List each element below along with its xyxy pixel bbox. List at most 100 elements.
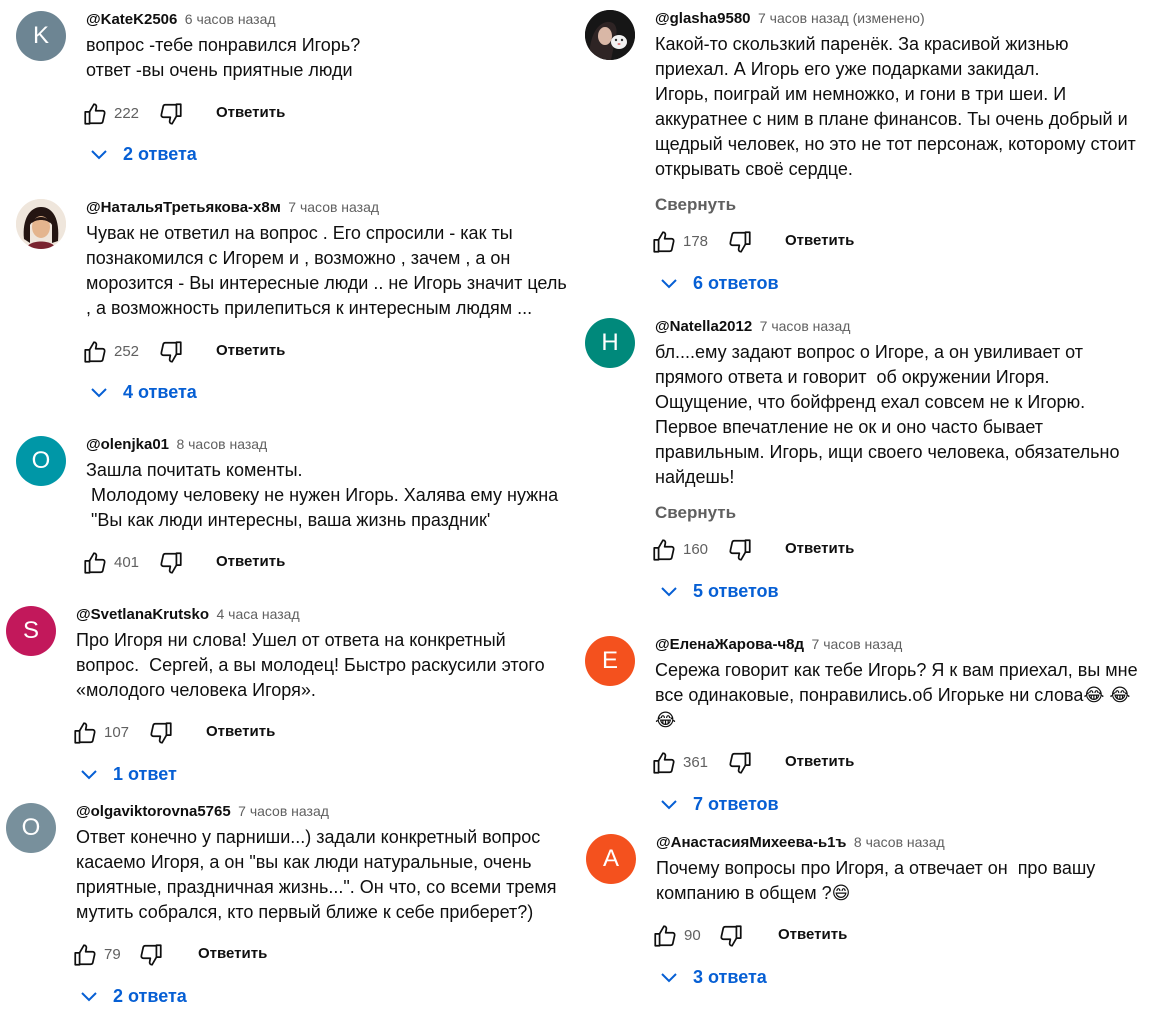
comment-time[interactable]: 7 часов назад (изменено): [758, 10, 925, 26]
chevron-down-icon: [91, 388, 107, 398]
avatar[interactable]: K: [16, 11, 66, 61]
replies-label: 7 ответов: [693, 794, 779, 814]
dislike-icon[interactable]: [148, 720, 174, 746]
like-icon[interactable]: [651, 537, 677, 563]
comment-text: бл....ему задают вопрос о Игоре, а он ув…: [655, 340, 1120, 490]
comment-line: правильным. Игорь, ищи своего человека, …: [655, 442, 1120, 462]
avatar[interactable]: Н: [585, 318, 635, 368]
like-icon[interactable]: [82, 101, 108, 127]
collapse-button[interactable]: Свернуть: [655, 503, 736, 523]
comment-text: Какой-то скользкий паренёк. За красивой …: [655, 32, 1136, 182]
comment-line: Зашла почитать коменты.: [86, 460, 303, 480]
comment-line: компанию в общем ?😄: [656, 883, 851, 903]
dislike-icon[interactable]: [158, 550, 184, 576]
comment-line: приехал. А Игорь его уже подарками закид…: [655, 59, 1040, 79]
dislike-icon[interactable]: [727, 537, 753, 563]
comment-text: Ответ конечно у парниши...) задали конкр…: [76, 825, 557, 925]
like-count: 160: [683, 541, 709, 558]
collapse-button[interactable]: Свернуть: [655, 195, 736, 215]
comment-line: Про Игоря ни слова! Ушел от ответа на ко…: [76, 630, 506, 650]
comment-author[interactable]: @olgaviktorovna5765: [76, 803, 231, 820]
comment-line: Чувак не ответил на вопрос . Его спросил…: [86, 223, 513, 243]
comment-time[interactable]: 7 часов назад: [288, 199, 379, 215]
chevron-down-icon: [661, 587, 677, 597]
reply-button[interactable]: Ответить: [785, 753, 854, 770]
comment-line: Какой-то скользкий паренёк. За красивой …: [655, 34, 1069, 54]
comment-line: ответ -вы очень приятные люди: [86, 60, 353, 80]
reply-button[interactable]: Ответить: [216, 342, 285, 359]
avatar[interactable]: O: [6, 803, 56, 853]
like-count: 90: [684, 927, 701, 944]
dislike-icon[interactable]: [158, 339, 184, 365]
comment-line: Первое впечатление не ок и оно часто быв…: [655, 417, 1044, 437]
reply-button[interactable]: Ответить: [785, 232, 854, 249]
dislike-icon[interactable]: [727, 750, 753, 776]
replies-label: 1 ответ: [113, 764, 177, 784]
comment-author[interactable]: @ЕленаЖарова-ч8д: [655, 636, 804, 653]
comment-author[interactable]: @SvetlanaKrutsko: [76, 606, 209, 623]
comment-line: Сережа говорит как тебе Игорь? Я к вам п…: [655, 660, 1138, 680]
avatar-photo: [585, 10, 635, 60]
reply-button[interactable]: Ответить: [778, 926, 847, 943]
comment-line: мутить собрался, кто первый ближе к себе…: [76, 902, 534, 922]
comment-text: вопрос -тебе понравился Игорь? ответ -вы…: [86, 33, 360, 83]
comment-author[interactable]: @olenjka01: [86, 436, 169, 453]
like-count: 178: [683, 233, 709, 250]
comment-time[interactable]: 6 часов назад: [185, 11, 276, 27]
dislike-icon[interactable]: [727, 229, 753, 255]
reply-button[interactable]: Ответить: [216, 553, 285, 570]
comment-time[interactable]: 8 часов назад: [176, 436, 267, 452]
replies-label: 6 ответов: [693, 273, 779, 293]
like-icon[interactable]: [652, 923, 678, 949]
reply-button[interactable]: Ответить: [785, 540, 854, 557]
dislike-icon[interactable]: [718, 923, 744, 949]
avatar[interactable]: Е: [585, 636, 635, 686]
chevron-down-icon: [661, 800, 677, 810]
comment-line: морозится - Вы интересные люди .. не Иго…: [86, 273, 567, 293]
comment-line: вопрос -тебе понравился Игорь?: [86, 35, 361, 55]
comment-author[interactable]: @glasha9580: [655, 10, 751, 27]
comment-line: Молодому человеку не нужен Игорь. Халява…: [86, 485, 559, 505]
like-icon[interactable]: [72, 942, 98, 968]
comment-text: Чувак не ответил на вопрос . Его спросил…: [86, 221, 567, 321]
avatar[interactable]: S: [6, 606, 56, 656]
comment-time[interactable]: 7 часов назад: [760, 318, 851, 334]
chevron-down-icon: [81, 992, 97, 1002]
like-icon[interactable]: [82, 339, 108, 365]
comment-time[interactable]: 7 часов назад: [812, 636, 903, 652]
comment-time[interactable]: 7 часов назад: [238, 803, 329, 819]
comment-line: щедрый человек, но это не тот персонаж, …: [655, 134, 1136, 154]
reply-button[interactable]: Ответить: [198, 945, 267, 962]
comment-author[interactable]: @НатальяТретьякова-х8м: [86, 199, 281, 216]
avatar-photo: [16, 199, 66, 249]
comment-line: найдешь!: [655, 467, 735, 487]
reply-button[interactable]: Ответить: [206, 723, 275, 740]
comment-author[interactable]: @KateK2506: [86, 11, 177, 28]
comment-line: аккуратнее с ним в плане финансов. Ты оч…: [655, 109, 1128, 129]
avatar[interactable]: O: [16, 436, 66, 486]
dislike-icon[interactable]: [138, 942, 164, 968]
avatar[interactable]: [16, 199, 66, 249]
avatar-letter: K: [32, 22, 49, 49]
avatar-letter: Н: [601, 329, 619, 356]
comment-author[interactable]: @Natella2012: [655, 318, 752, 335]
comment-line: "Вы как люди интересны, ваша жизнь празд…: [86, 510, 491, 530]
avatar-letter: O: [21, 814, 41, 841]
comment-line: «молодого человека Игоря».: [76, 680, 316, 700]
like-icon[interactable]: [72, 720, 98, 746]
replies-label: 5 ответов: [693, 581, 779, 601]
avatar[interactable]: А: [586, 834, 636, 884]
comment-time[interactable]: 8 часов назад: [854, 834, 945, 850]
like-icon[interactable]: [651, 229, 677, 255]
avatar-letter: А: [602, 845, 619, 872]
comment-text: Сережа говорит как тебе Игорь? Я к вам п…: [655, 658, 1138, 733]
like-icon[interactable]: [651, 750, 677, 776]
avatar-letter: Е: [601, 647, 618, 674]
comment-text: Про Игоря ни слова! Ушел от ответа на ко…: [76, 628, 545, 703]
reply-button[interactable]: Ответить: [216, 104, 285, 121]
like-icon[interactable]: [82, 550, 108, 576]
dislike-icon[interactable]: [158, 101, 184, 127]
comment-time[interactable]: 4 часа назад: [216, 606, 299, 622]
comment-author[interactable]: @АнастасияМихеева-ь1ъ: [656, 834, 846, 851]
avatar[interactable]: [585, 10, 635, 60]
